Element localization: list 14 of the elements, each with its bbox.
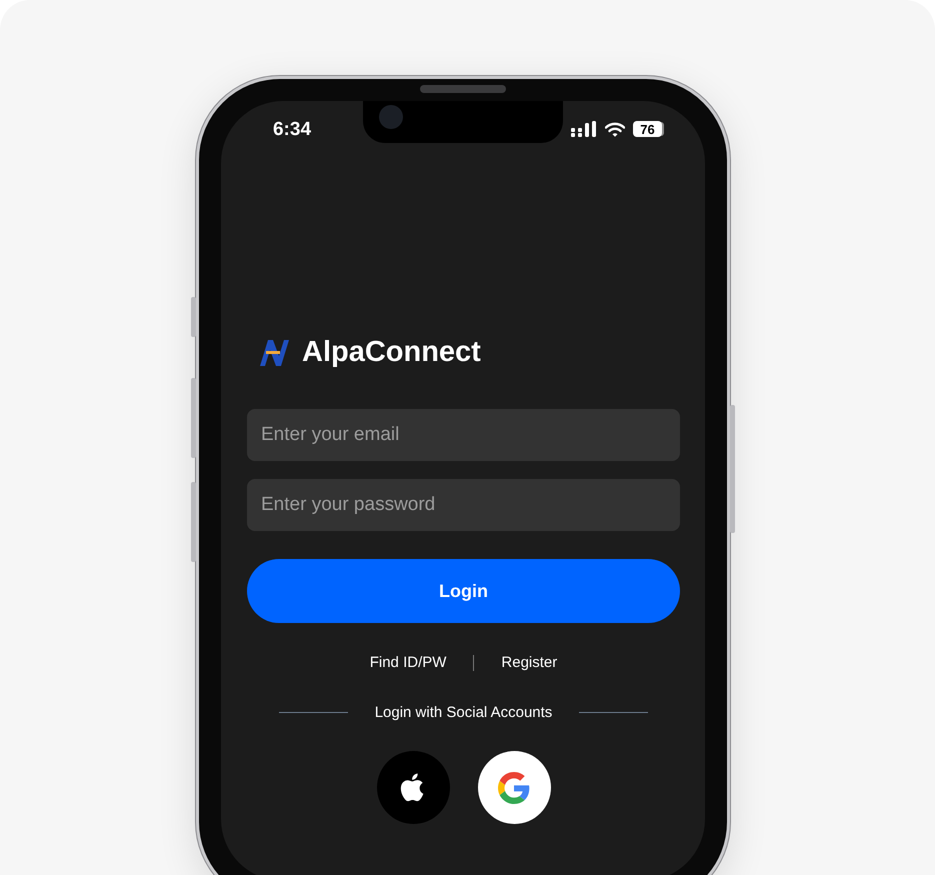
app-name: AlpaConnect — [302, 336, 481, 369]
text-link[interactable]: Register — [501, 654, 558, 671]
text-link[interactable]: Find ID/PW — [370, 654, 446, 671]
input-field[interactable]: Enter your email — [247, 409, 680, 461]
status-time: 6:34 — [272, 118, 312, 141]
battery-icon: 76 — [633, 121, 662, 137]
google-icon — [498, 772, 530, 804]
logo-icon — [258, 338, 292, 368]
login-button[interactable]: Login — [247, 559, 680, 623]
signal-icon — [571, 121, 597, 137]
camera-icon — [379, 105, 403, 129]
wifi-icon — [605, 122, 625, 136]
social-login-label: Login with Social Accounts — [374, 704, 552, 721]
input-field[interactable]: Enter your password — [247, 479, 680, 531]
